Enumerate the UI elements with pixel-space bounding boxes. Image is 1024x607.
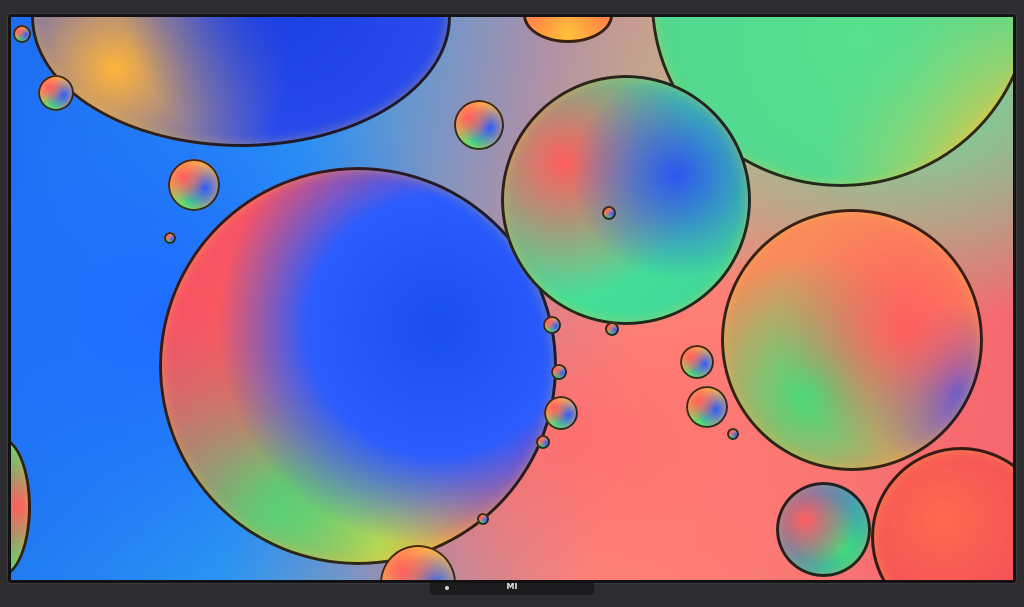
tv-screen-wallpaper [11, 17, 1013, 580]
bubble-right-middle [721, 209, 983, 471]
droplet [727, 428, 739, 440]
droplet [551, 364, 567, 380]
droplet [686, 386, 728, 428]
droplet [536, 435, 550, 449]
droplet [544, 396, 578, 430]
power-indicator-icon [445, 586, 449, 590]
bubble-bottom-right-large [871, 447, 1013, 580]
droplet [454, 100, 504, 150]
droplet [164, 232, 176, 244]
bubble-top-left-large [31, 17, 451, 147]
droplet [477, 513, 489, 525]
bubble-bottom-left-edge [11, 437, 31, 577]
droplet [602, 206, 616, 220]
droplet [543, 316, 561, 334]
bubble-upper-center [501, 75, 751, 325]
droplet [680, 345, 714, 379]
droplet [38, 75, 74, 111]
droplet [168, 159, 220, 211]
bubble-bottom-right-small [776, 482, 871, 577]
brand-logo: MI [506, 582, 518, 591]
bubble-center-large [159, 167, 557, 565]
droplet [605, 322, 619, 336]
bubble-top-center-small [523, 17, 613, 43]
droplet [13, 25, 31, 43]
